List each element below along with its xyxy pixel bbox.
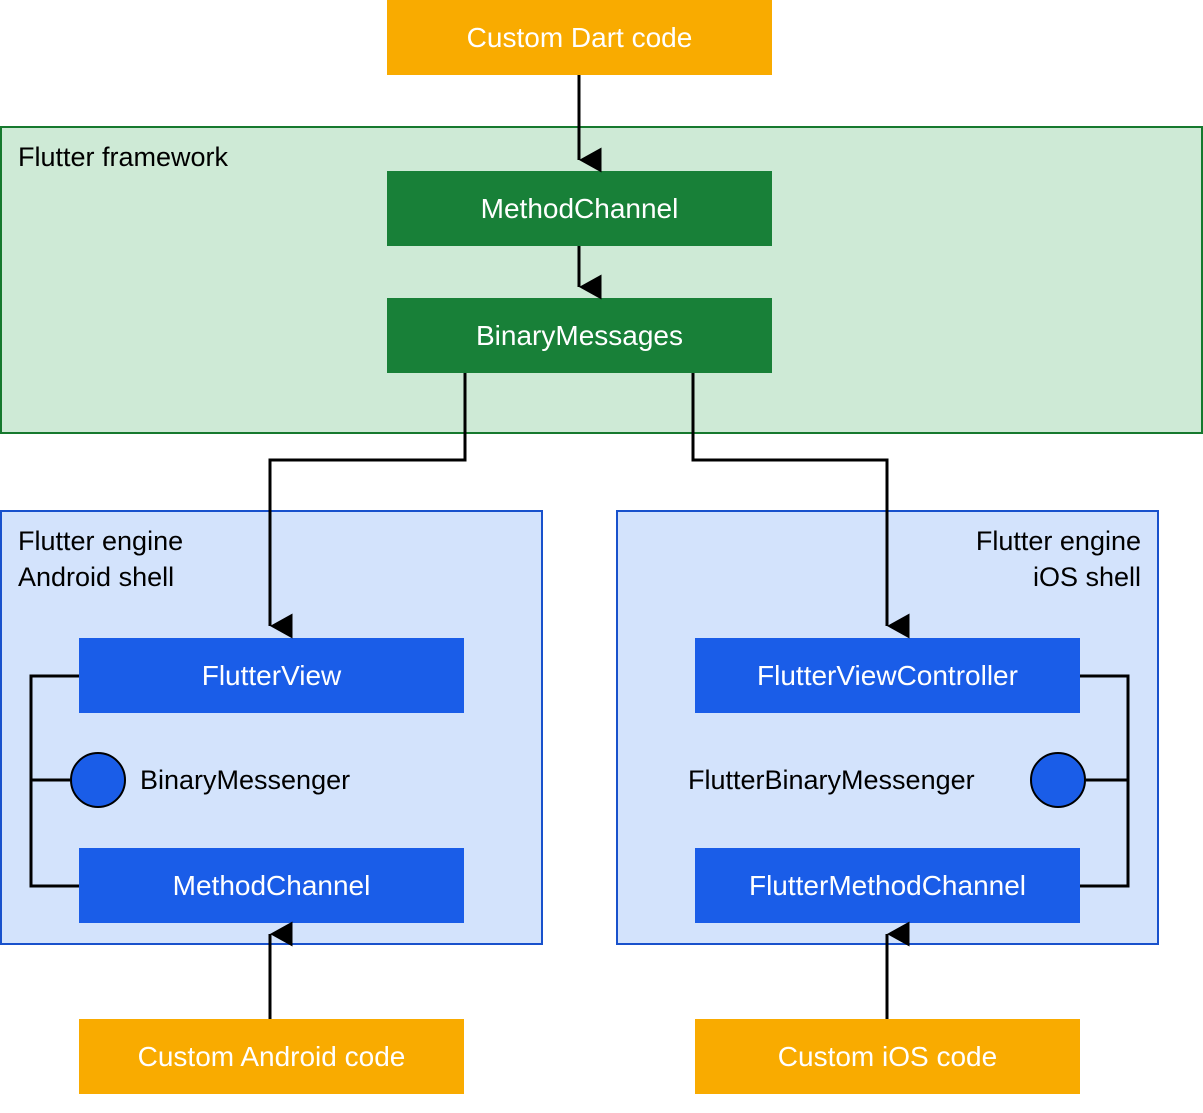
custom-android-code-box: Custom Android code: [79, 1019, 464, 1094]
ios-binary-messenger-label: FlutterBinaryMessenger: [688, 765, 975, 796]
android-binary-messenger-node: [70, 752, 126, 808]
ios-binary-messenger-node: [1030, 752, 1086, 808]
android-shell-title-2: Android shell: [18, 562, 174, 593]
method-channel-box: MethodChannel: [387, 171, 772, 246]
android-flutter-view-box: FlutterView: [79, 638, 464, 713]
binary-messages-box: BinaryMessages: [387, 298, 772, 373]
custom-ios-code-box: Custom iOS code: [695, 1019, 1080, 1094]
android-method-channel-box: MethodChannel: [79, 848, 464, 923]
ios-flutter-method-channel-box: FlutterMethodChannel: [695, 848, 1080, 923]
ios-flutter-view-controller-box: FlutterViewController: [695, 638, 1080, 713]
ios-shell-title-2: iOS shell: [1033, 562, 1141, 593]
ios-shell-title-1: Flutter engine: [976, 526, 1141, 557]
android-binary-messenger-label: BinaryMessenger: [140, 765, 350, 796]
custom-dart-code-box: Custom Dart code: [387, 0, 772, 75]
flutter-framework-title: Flutter framework: [18, 142, 228, 173]
android-shell-title-1: Flutter engine: [18, 526, 183, 557]
